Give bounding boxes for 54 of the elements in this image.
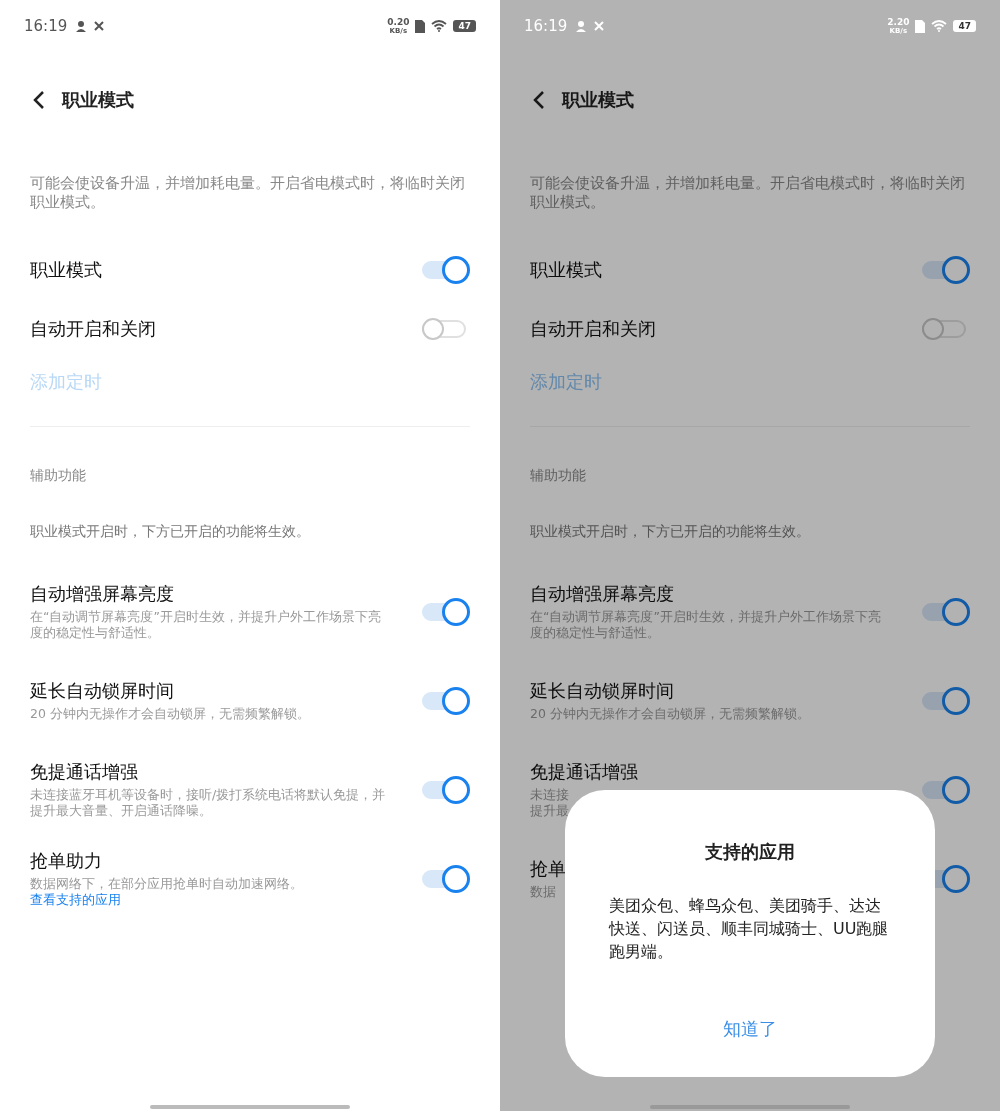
feature-description: 20 分钟内无操作才会自动锁屏，无需频繁解锁。 bbox=[530, 706, 810, 722]
feature-description: 20 分钟内无操作才会自动锁屏，无需频繁解锁。 bbox=[30, 706, 310, 722]
toggle-switch[interactable] bbox=[922, 686, 970, 715]
toggle-switch[interactable] bbox=[922, 255, 970, 284]
feature-title: 抢单助力 bbox=[30, 849, 102, 873]
toggle-switch[interactable] bbox=[422, 775, 470, 804]
feature-title: 免提通话增强 bbox=[30, 760, 138, 784]
feature-title: 免提通话增强 bbox=[530, 760, 638, 784]
switch-label: 职业模式 bbox=[30, 257, 102, 282]
feature-description: 提升最 bbox=[530, 803, 569, 819]
status-time: 16:19 bbox=[524, 17, 568, 35]
feature-description: 未连接蓝牙耳机等设备时，接听/拨打系统电话将默认免提，并提升最大音量、开启通话降噪。 bbox=[30, 787, 387, 819]
feature-title: 自动增强屏幕亮度 bbox=[30, 582, 174, 606]
sim-card-icon bbox=[915, 19, 926, 33]
feature-description: 在“自动调节屏幕亮度”开启时生效，并提升户外工作场景下亮度的稳定性与舒适性。 bbox=[30, 609, 382, 641]
feature-description: 未连接 bbox=[530, 787, 569, 803]
toggle-switch[interactable] bbox=[422, 686, 470, 715]
toggle-switch[interactable] bbox=[922, 597, 970, 626]
back-icon[interactable] bbox=[32, 90, 46, 110]
got-it-button[interactable]: 知道了 bbox=[713, 1013, 787, 1045]
dialog-title: 支持的应用 bbox=[705, 840, 795, 864]
page-title: 职业模式 bbox=[62, 88, 134, 112]
battery-indicator: 47 bbox=[953, 20, 976, 32]
feature-title: 延长自动锁屏时间 bbox=[530, 679, 674, 703]
battery-indicator: 47 bbox=[453, 20, 476, 32]
person-icon bbox=[75, 20, 88, 32]
feature-title: 延长自动锁屏时间 bbox=[30, 679, 174, 703]
section-note: 职业模式开启时，下方已开启的功能将生效。 bbox=[30, 523, 311, 541]
toggle-switch[interactable] bbox=[422, 597, 470, 626]
person-icon bbox=[575, 20, 588, 32]
supported-apps-link[interactable]: 查看支持的应用 bbox=[30, 892, 121, 907]
toggle-switch[interactable] bbox=[422, 864, 470, 893]
wifi-icon bbox=[931, 20, 948, 32]
sim-card-icon bbox=[415, 19, 426, 33]
toggle-switch[interactable] bbox=[922, 775, 970, 804]
dialog-message: 美团众包、蜂鸟众包、美团骑手、达达快送、闪送员、顺丰同城骑士、UU跑腿跑男端。 bbox=[609, 895, 890, 963]
feature-description: 数据网络下，在部分应用抢单时自动加速网络。 查看支持的应用 bbox=[30, 876, 304, 908]
warning-text: 可能会使设备升温，并增加耗电量。开启省电模式时，将临时关闭职业模式。 bbox=[530, 174, 966, 212]
toggle-switch[interactable] bbox=[422, 255, 470, 284]
feature-description: 在“自动调节屏幕亮度”开启时生效，并提升户外工作场景下亮度的稳定性与舒适性。 bbox=[530, 609, 882, 641]
page-title: 职业模式 bbox=[562, 88, 634, 112]
switch-label: 职业模式 bbox=[530, 257, 602, 282]
feature-title: 自动增强屏幕亮度 bbox=[530, 582, 674, 606]
switch-label: 自动开启和关闭 bbox=[30, 316, 156, 341]
section-title: 辅助功能 bbox=[530, 467, 587, 485]
back-icon[interactable] bbox=[532, 90, 546, 110]
wifi-icon bbox=[431, 20, 448, 32]
status-time: 16:19 bbox=[24, 17, 68, 35]
feature-title: 抢单 bbox=[530, 857, 566, 881]
section-note: 职业模式开启时，下方已开启的功能将生效。 bbox=[530, 523, 811, 541]
warning-text: 可能会使设备升温，并增加耗电量。开启省电模式时，将临时关闭职业模式。 bbox=[30, 174, 466, 212]
section-title: 辅助功能 bbox=[30, 467, 87, 485]
switch-label: 自动开启和关闭 bbox=[530, 316, 656, 341]
feature-description: 数据 bbox=[530, 884, 556, 900]
